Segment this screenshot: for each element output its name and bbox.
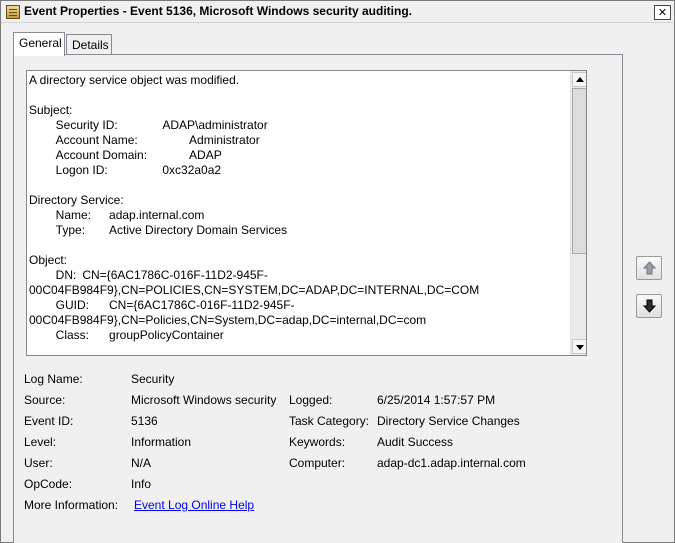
scroll-up-button[interactable] bbox=[572, 72, 586, 87]
previous-event-button[interactable] bbox=[636, 256, 662, 280]
tab-general[interactable]: General bbox=[13, 32, 65, 56]
tab-details[interactable]: Details bbox=[66, 34, 112, 55]
window-title: Event Properties - Event 5136, Microsoft… bbox=[24, 4, 412, 18]
opcode-label: OpCode: bbox=[24, 477, 73, 491]
keywords-value: Audit Success bbox=[377, 435, 454, 449]
task-category-value: Directory Service Changes bbox=[377, 414, 520, 428]
scroll-up-icon bbox=[576, 77, 584, 82]
level-value: Information bbox=[131, 435, 192, 449]
computer-label: Computer: bbox=[289, 456, 346, 470]
level-label: Level: bbox=[24, 435, 57, 449]
opcode-value: Info bbox=[131, 477, 152, 491]
down-arrow-icon bbox=[643, 299, 656, 313]
user-value: N/A bbox=[131, 456, 152, 470]
event-log-online-help-link[interactable]: Event Log Online Help bbox=[134, 498, 254, 512]
more-information-label: More Information: bbox=[24, 498, 119, 512]
event-properties-window: Event Properties - Event 5136, Microsoft… bbox=[0, 0, 675, 543]
event-id-value: 5136 bbox=[131, 414, 158, 428]
event-viewer-icon bbox=[6, 5, 20, 19]
keywords-label: Keywords: bbox=[289, 435, 346, 449]
event-id-label: Event ID: bbox=[24, 414, 74, 428]
event-description-text: A directory service object was modified.… bbox=[29, 73, 480, 342]
logged-value: 6/25/2014 1:57:57 PM bbox=[377, 393, 496, 407]
task-category-label: Task Category: bbox=[289, 414, 370, 428]
scroll-thumb[interactable] bbox=[572, 88, 586, 254]
computer-value: adap-dc1.adap.internal.com bbox=[377, 456, 526, 470]
logged-label: Logged: bbox=[289, 393, 333, 407]
next-event-button[interactable] bbox=[636, 294, 662, 318]
scroll-down-icon bbox=[576, 345, 584, 350]
user-label: User: bbox=[24, 456, 53, 470]
source-value: Microsoft Windows security bbox=[131, 393, 277, 407]
up-arrow-icon bbox=[643, 261, 656, 275]
log-name-label: Log Name: bbox=[24, 372, 83, 386]
event-description-box[interactable]: A directory service object was modified.… bbox=[26, 70, 587, 356]
close-button[interactable]: ✕ bbox=[654, 5, 671, 20]
title-bar[interactable]: Event Properties - Event 5136, Microsoft… bbox=[1, 1, 674, 23]
log-name-value: Security bbox=[131, 372, 175, 386]
vertical-scrollbar[interactable] bbox=[570, 71, 586, 355]
scroll-down-button[interactable] bbox=[572, 339, 586, 354]
source-label: Source: bbox=[24, 393, 66, 407]
